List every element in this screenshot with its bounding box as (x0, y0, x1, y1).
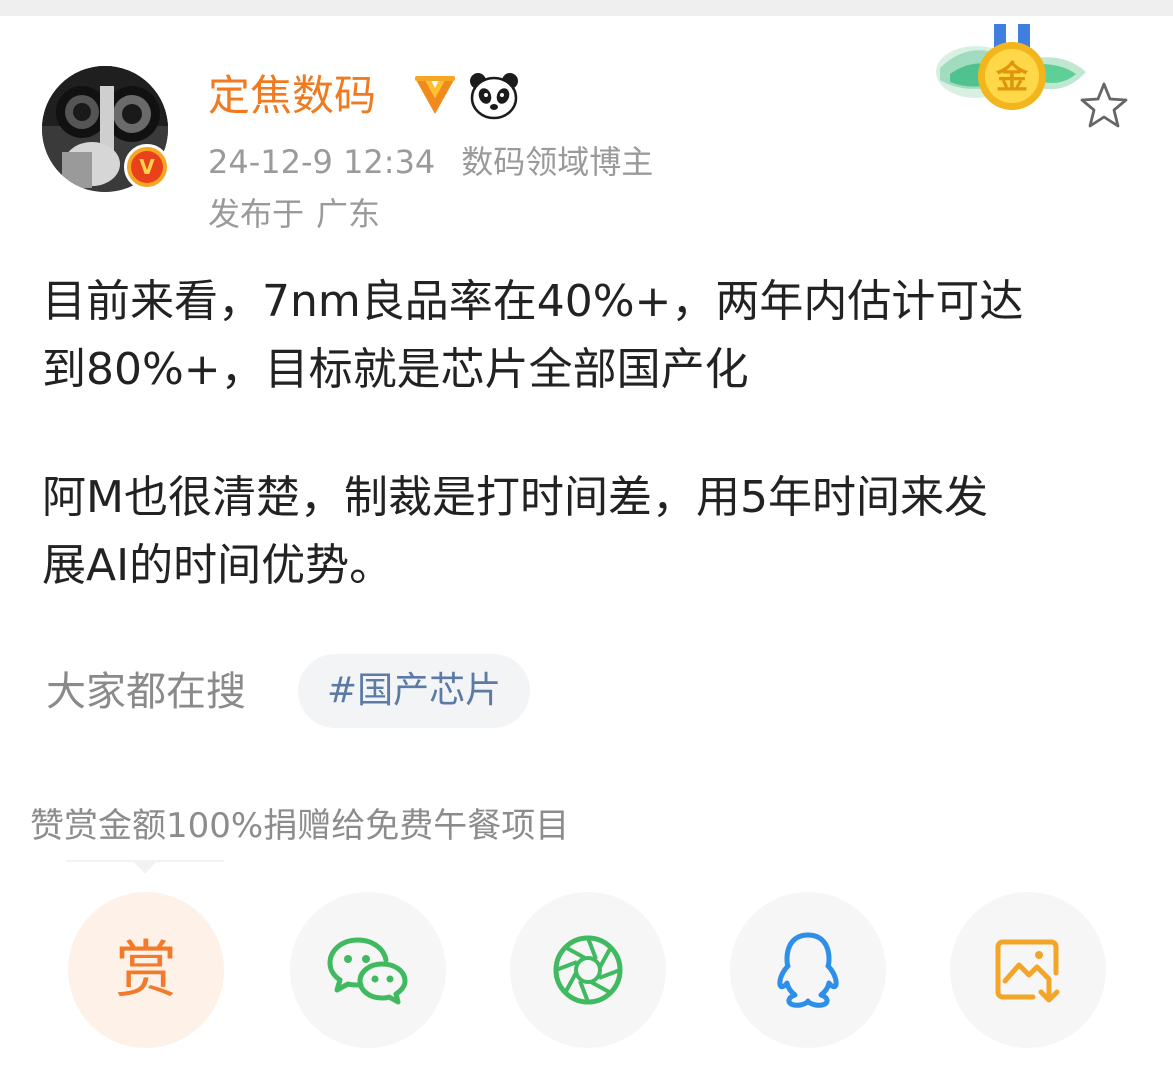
post-location: 发布于 广东 (208, 194, 380, 234)
save-image-icon (995, 939, 1060, 1003)
medal-label: 金 (995, 58, 1029, 96)
share-moments-button[interactable] (510, 892, 666, 1048)
favorite-star-icon[interactable] (1078, 80, 1130, 132)
verified-badge-icon: V (124, 144, 170, 190)
topic-link-pill[interactable]: #国产芯片 (298, 654, 530, 728)
panda-icon (470, 73, 518, 120)
share-qq-button[interactable] (730, 892, 886, 1048)
rank-badge-icon (415, 76, 455, 114)
post-paragraph: 阿M也很清楚，制裁是打时间差，用5年时间来发 展AI的时间优势。 (42, 472, 988, 591)
reward-note: 赞赏金额100%捐赠给免费午餐项目 (30, 806, 570, 846)
top-gray-strip (0, 0, 1173, 16)
post-meta: 24-12-9 12:34 数码领域博主 (208, 142, 653, 182)
wechat-icon (327, 937, 408, 1005)
post-body: 目前来看，7nm良品率在40%+，两年内估计可达 到80%+，目标就是芯片全部国… (42, 268, 1142, 600)
note-caret (132, 860, 158, 874)
save-image-button[interactable] (950, 892, 1106, 1048)
gold-medal-icon: 金 (936, 24, 1086, 110)
location-prefix: 发布于 (208, 195, 305, 233)
username[interactable]: 定焦数码 (208, 70, 376, 122)
post-datetime: 24-12-9 12:34 (208, 143, 436, 181)
verified-badge-label: V (131, 151, 163, 183)
moments-icon (553, 935, 623, 1005)
post-paragraph: 目前来看，7nm良品率在40%+，两年内估计可达 到80%+，目标就是芯片全部国… (42, 276, 1024, 395)
share-wechat-button[interactable] (290, 892, 446, 1048)
qq-icon (777, 932, 839, 1008)
location-value: 广东 (316, 195, 381, 233)
reward-button[interactable]: 赏 (68, 892, 224, 1048)
reward-icon: 赏 (114, 933, 177, 1006)
hot-search-label: 大家都在搜 (46, 669, 246, 715)
user-role: 数码领域博主 (461, 143, 654, 181)
